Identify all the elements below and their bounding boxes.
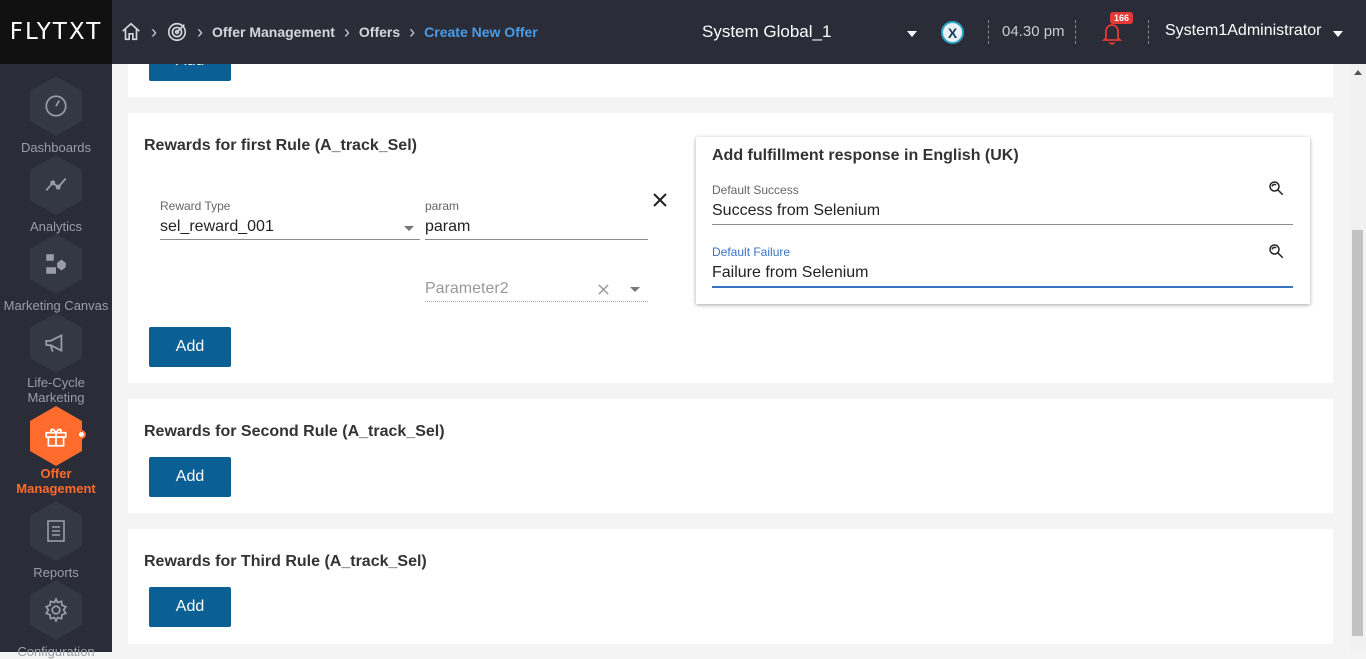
- add-button[interactable]: Add: [149, 64, 231, 81]
- rule2-title: Rewards for Second Rule (A_track_Sel): [144, 423, 445, 440]
- megaphone-icon: [45, 334, 63, 352]
- default-success-label: Default Success: [712, 183, 799, 197]
- document-icon: [47, 520, 65, 542]
- breadcrumb-offer-management[interactable]: Offer Management: [212, 24, 335, 40]
- sidebar-item-offer-management[interactable]: Offer Management: [0, 406, 112, 496]
- x-app-icon[interactable]: X: [941, 21, 964, 44]
- rule1-card: Rewards for first Rule (A_track_Sel) Rew…: [128, 113, 1333, 383]
- default-success-input[interactable]: Success from Selenium: [712, 202, 880, 220]
- underline: [712, 224, 1293, 225]
- chevron-down-icon[interactable]: [907, 31, 917, 37]
- divider: [988, 20, 989, 44]
- sidebar-item-marketing-canvas[interactable]: Marketing Canvas: [0, 234, 112, 313]
- clear-icon[interactable]: [597, 283, 610, 296]
- underline: [425, 239, 648, 240]
- top-bar: FLYTXT › › Offer Management › Offers › C…: [0, 0, 1366, 64]
- target-icon[interactable]: [166, 21, 188, 43]
- search-refresh-icon[interactable]: [1267, 179, 1285, 197]
- user-menu[interactable]: System1Administrator: [1165, 22, 1322, 40]
- rule2-card: Rewards for Second Rule (A_track_Sel) Ad…: [128, 399, 1333, 513]
- sidebar-item-life-cycle-marketing[interactable]: Life-Cycle Marketing: [0, 313, 112, 405]
- tenant-selector[interactable]: System Global_1: [702, 22, 831, 42]
- home-icon[interactable]: [120, 21, 142, 43]
- divider: [1075, 20, 1076, 44]
- sidebar-item-dashboards[interactable]: Dashboards: [0, 76, 112, 155]
- scrollbar-thumb[interactable]: [1352, 230, 1363, 636]
- param-input[interactable]: param: [425, 218, 470, 236]
- gift-icon: [45, 428, 67, 447]
- parameter2-select[interactable]: Parameter2: [425, 280, 509, 298]
- search-refresh-icon[interactable]: [1267, 242, 1285, 260]
- sidebar-item-label: Life-Cycle Marketing: [27, 375, 85, 405]
- chevron-right-icon: ›: [151, 21, 157, 42]
- scroll-up-icon[interactable]: [1354, 70, 1362, 75]
- add-button[interactable]: Add: [149, 327, 231, 367]
- rule3-title: Rewards for Third Rule (A_track_Sel): [144, 553, 427, 570]
- close-icon[interactable]: [652, 192, 668, 208]
- rule1-title: Rewards for first Rule (A_track_Sel): [144, 137, 417, 154]
- chevron-right-icon: ›: [409, 21, 416, 42]
- sidebar-item-reports[interactable]: Reports: [0, 501, 112, 580]
- active-indicator: [77, 430, 86, 439]
- sidebar-item-label: Reports: [33, 565, 79, 580]
- breadcrumb: › › Offer Management › Offers › Create N…: [120, 20, 538, 44]
- param-label: param: [425, 199, 460, 213]
- chevron-down-icon[interactable]: [1333, 31, 1343, 37]
- workflow-icon: [46, 254, 66, 274]
- chevron-down-icon[interactable]: [630, 287, 640, 292]
- default-failure-label: Default Failure: [712, 245, 791, 259]
- sidebar-item-configuration[interactable]: Configuration: [0, 580, 112, 659]
- flytxt-logo[interactable]: FLYTXT: [0, 0, 112, 64]
- underline: [160, 239, 420, 240]
- reward-type-label: Reward Type: [160, 199, 231, 213]
- sidebar-item-label: Marketing Canvas: [3, 298, 109, 313]
- breadcrumb-offers[interactable]: Offers: [359, 24, 400, 40]
- gauge-icon: [45, 95, 67, 117]
- underline: [425, 301, 648, 302]
- previous-card: Add: [128, 64, 1333, 97]
- gear-icon: [44, 597, 68, 623]
- notification-badge: 166: [1110, 12, 1134, 24]
- divider: [1148, 20, 1149, 44]
- fulfillment-panel: Add fulfillment response in English (UK)…: [696, 137, 1310, 304]
- add-button[interactable]: Add: [149, 587, 231, 627]
- underline-focused: [712, 286, 1293, 288]
- line-chart-icon: [45, 177, 67, 191]
- add-button[interactable]: Add: [149, 457, 231, 497]
- breadcrumb-create-new-offer: Create New Offer: [424, 24, 538, 40]
- sidebar-item-analytics[interactable]: Analytics: [0, 155, 112, 234]
- sidebar-item-label: Dashboards: [20, 140, 92, 155]
- chevron-right-icon: ›: [197, 21, 203, 42]
- chevron-right-icon: ›: [343, 21, 350, 42]
- clock-time: 04.30 pm: [1002, 23, 1065, 40]
- chevron-down-icon[interactable]: [404, 226, 414, 231]
- sidebar-item-label: Offer Management: [16, 466, 96, 496]
- scrollbar[interactable]: [1350, 64, 1366, 652]
- rule3-card: Rewards for Third Rule (A_track_Sel) Add: [128, 529, 1333, 644]
- default-failure-input[interactable]: Failure from Selenium: [712, 264, 869, 282]
- sidebar: Dashboards Analytics Marketing Canvas Li…: [0, 64, 112, 659]
- reward-type-select[interactable]: sel_reward_001: [160, 218, 274, 236]
- fulfillment-title: Add fulfillment response in English (UK): [712, 147, 1019, 164]
- sidebar-item-label: Analytics: [29, 219, 83, 234]
